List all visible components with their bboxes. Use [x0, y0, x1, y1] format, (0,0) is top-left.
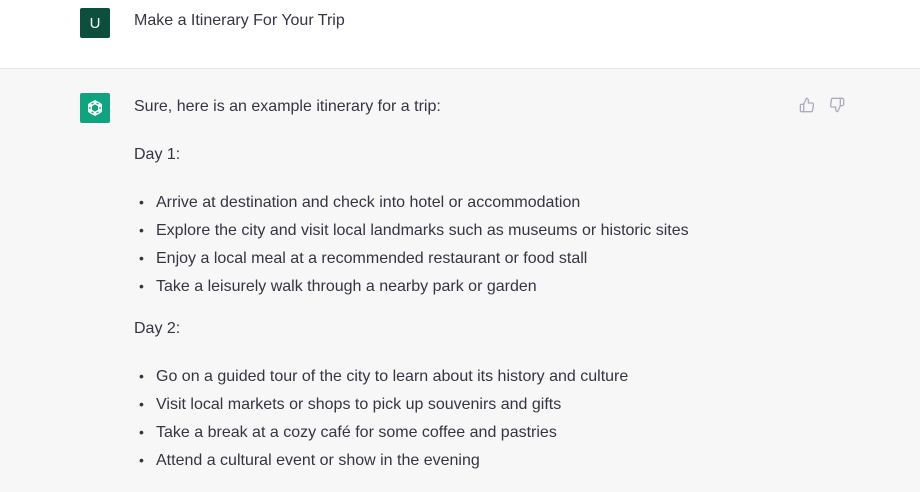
list-item-text: Visit local markets or shops to pick up …: [156, 396, 562, 413]
list-item: • Go on a guided tour of the city to lear…: [134, 366, 774, 388]
bullet: •: [139, 222, 144, 238]
thumbs-down-icon: [829, 97, 845, 113]
day-2-heading: Day 2:: [134, 320, 181, 337]
user-message-row: U Make a Itinerary For Your Trip: [0, 0, 920, 69]
list-item-text: Arrive at destination and check into hot…: [156, 194, 581, 211]
assistant-message-row: Sure, here is an example itinerary for a…: [0, 69, 920, 492]
thumbs-up-icon: [799, 97, 815, 113]
list-item: • Enjoy a local meal at a recommended res…: [134, 248, 774, 270]
list-item: • Take a leisurely walk through a nearby …: [134, 276, 774, 298]
user-avatar: U: [80, 8, 110, 38]
list-item-text: Explore the city and visit local landmar…: [156, 222, 689, 239]
feedback-buttons: [798, 96, 846, 114]
list-item-text: Go on a guided tour of the city to learn…: [156, 368, 629, 385]
bullet: •: [139, 194, 144, 210]
day-2-list: • Go on a guided tour of the city to lear…: [134, 366, 774, 472]
user-message-text: Make a Itinerary For Your Trip: [134, 12, 345, 29]
list-item: • Attend a cultural event or show in the …: [134, 450, 774, 472]
day-1-list: • Arrive at destination and check into ho…: [134, 192, 774, 298]
list-item-text: Enjoy a local meal at a recommended rest…: [156, 250, 588, 267]
list-item-text: Take a break at a cozy café for some cof…: [156, 424, 557, 441]
list-item: • Arrive at destination and check into ho…: [134, 192, 774, 214]
thumbs-up-button[interactable]: [798, 96, 816, 114]
list-item-text: Attend a cultural event or show in the e…: [156, 452, 480, 469]
assistant-message-content: Sure, here is an example itinerary for a…: [134, 96, 774, 478]
assistant-intro: Sure, here is an example itinerary for a…: [134, 98, 441, 115]
bullet: •: [139, 396, 144, 412]
assistant-avatar: [80, 93, 110, 123]
list-item: • Explore the city and visit local landma…: [134, 220, 774, 242]
user-avatar-letter: U: [89, 14, 101, 32]
openai-logo-icon: [88, 100, 102, 116]
list-item-text: Take a leisurely walk through a nearby p…: [156, 278, 537, 295]
thumbs-down-button[interactable]: [828, 96, 846, 114]
list-item: • Take a break at a cozy café for some co…: [134, 422, 774, 444]
bullet: •: [139, 250, 144, 266]
day-1-heading: Day 1:: [134, 146, 181, 163]
bullet: •: [139, 278, 144, 294]
list-item: • Visit local markets or shops to pick up…: [134, 394, 774, 416]
bullet: •: [139, 368, 144, 384]
bullet: •: [139, 452, 144, 468]
bullet: •: [139, 424, 144, 440]
